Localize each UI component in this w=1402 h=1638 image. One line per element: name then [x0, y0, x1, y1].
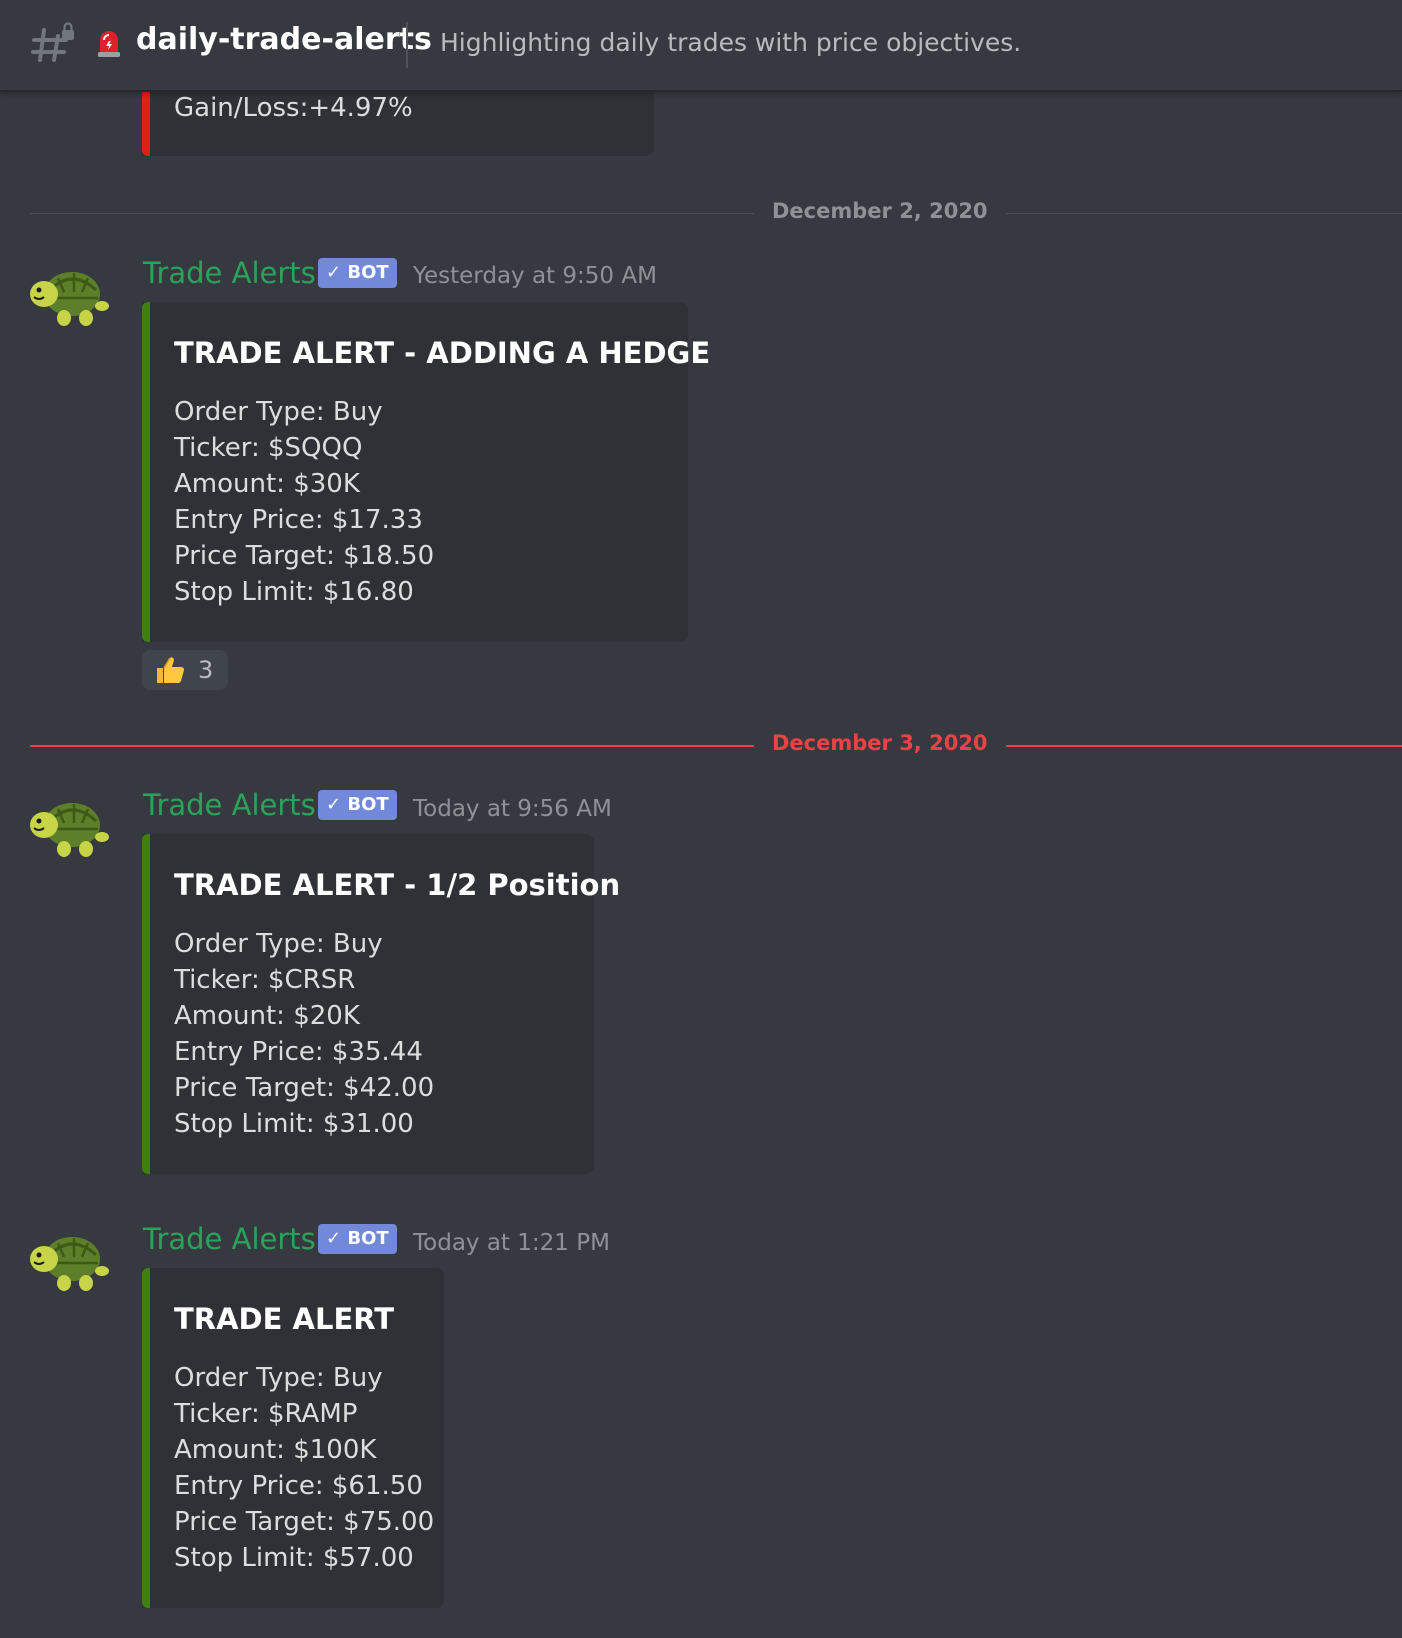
price-target-field: Price Target: $75.00 [174, 1507, 435, 1537]
message-timestamp: Today at 1:21 PM [413, 1230, 610, 1256]
entry-price-field: Entry Price: $61.50 [174, 1471, 423, 1501]
embed-accent-bar [142, 1268, 150, 1608]
order-type-field: Order Type: Buy [174, 397, 383, 427]
turtle-icon[interactable] [28, 1229, 110, 1293]
trade-alert-embed: TRADE ALERT Order Type: Buy Ticker: $RAM… [142, 1268, 444, 1608]
stop-limit-field: Stop Limit: $16.80 [174, 577, 414, 607]
message-author[interactable]: Trade Alerts [143, 1222, 316, 1256]
bot-badge: ✓ BOT [318, 1224, 397, 1254]
header-divider [406, 22, 408, 68]
date-divider-label: December 2, 2020 [754, 199, 1006, 223]
embed-accent-bar [142, 302, 150, 642]
entry-price-field: Entry Price: $17.33 [174, 505, 423, 535]
bot-badge: ✓ BOT [318, 790, 397, 820]
amount-field: Amount: $30K [174, 469, 360, 499]
trade-alert-embed: TRADE ALERT - ADDING A HEDGE Order Type:… [142, 302, 710, 642]
reaction-count: 3 [198, 656, 214, 684]
price-target-field: Price Target: $42.00 [174, 1073, 435, 1103]
order-type-field: Order Type: Buy [174, 929, 383, 959]
embed-fields: Gain/Loss:+4.97% [174, 90, 413, 126]
channel-header: daily-trade-alerts Highlighting daily tr… [0, 0, 1402, 92]
message-timestamp: Today at 9:56 AM [413, 796, 612, 822]
date-divider-label: December 3, 2020 [754, 731, 1006, 755]
stop-limit-field: Stop Limit: $57.00 [174, 1543, 414, 1573]
ticker-field: Ticker: $RAMP [174, 1399, 358, 1429]
embed-accent-bar [142, 834, 150, 1174]
thumbs-up-icon [157, 657, 184, 683]
embed-title: TRADE ALERT - 1/2 Position [174, 868, 621, 902]
embed-fields: Order Type: Buy Ticker: $RAMP Amount: $1… [174, 1360, 434, 1576]
message-author[interactable]: Trade Alerts [143, 256, 316, 290]
discord-channel-view: daily-trade-alerts Highlighting daily tr… [0, 0, 1402, 1638]
embed-title: TRADE ALERT [174, 1302, 395, 1336]
amount-field: Amount: $100K [174, 1435, 377, 1465]
order-type-field: Order Type: Buy [174, 1363, 383, 1393]
reaction-button[interactable]: 3 [142, 650, 228, 690]
embed-line: Gain/Loss:+4.97% [174, 93, 413, 123]
message-timestamp: Yesterday at 9:50 AM [413, 263, 657, 289]
embed-fields: Order Type: Buy Ticker: $CRSR Amount: $2… [174, 926, 434, 1142]
hash-lock-icon [31, 22, 74, 62]
ticker-field: Ticker: $SQQQ [174, 433, 363, 463]
amount-field: Amount: $20K [174, 1001, 360, 1031]
embed-fields: Order Type: Buy Ticker: $SQQQ Amount: $3… [174, 394, 434, 610]
bot-badge: ✓ BOT [318, 258, 397, 288]
trade-alert-embed: TRADE ALERT - 1/2 Position Order Type: B… [142, 834, 620, 1174]
channel-topic[interactable]: Highlighting daily trades with price obj… [440, 28, 1021, 57]
embed-title: TRADE ALERT - ADDING A HEDGE [174, 336, 711, 370]
date-divider [30, 213, 1402, 214]
stop-limit-field: Stop Limit: $31.00 [174, 1109, 414, 1139]
turtle-icon[interactable] [28, 795, 110, 859]
channel-name[interactable]: daily-trade-alerts [136, 22, 432, 57]
turtle-icon[interactable] [28, 264, 110, 328]
ticker-field: Ticker: $CRSR [174, 965, 356, 995]
message-author[interactable]: Trade Alerts [143, 788, 316, 822]
siren-icon [98, 31, 120, 57]
new-messages-divider [30, 745, 1402, 747]
entry-price-field: Entry Price: $35.44 [174, 1037, 423, 1067]
price-target-field: Price Target: $18.50 [174, 541, 435, 571]
